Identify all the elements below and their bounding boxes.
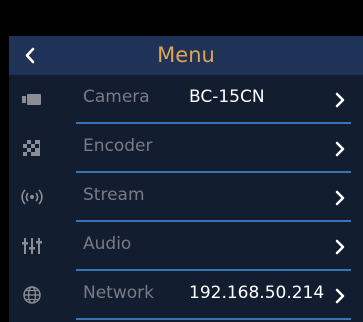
menu-item-encoder[interactable]: Encoder <box>9 124 363 173</box>
menu-screen: Menu Camera BC-15CN Encoder Stream Audio… <box>9 36 363 322</box>
menu-item-label: Network <box>83 283 154 303</box>
camera-model-value: BC-15CN <box>189 87 265 107</box>
stream-icon <box>21 189 43 205</box>
camera-icon <box>22 94 41 105</box>
menu-item-label: Audio <box>83 234 132 254</box>
menu-item-label: Camera <box>83 87 150 107</box>
back-button[interactable] <box>24 47 36 64</box>
row-divider <box>76 318 351 320</box>
globe-icon <box>23 286 41 304</box>
chevron-right-icon <box>335 92 345 108</box>
top-bar <box>0 0 363 36</box>
header-bar: Menu <box>9 36 363 75</box>
menu-item-label: Stream <box>83 185 145 205</box>
ip-address-value: 192.168.50.214 <box>189 283 325 303</box>
chevron-right-icon <box>335 141 345 157</box>
menu-item-label: Encoder <box>83 136 153 156</box>
encoder-icon <box>23 140 40 156</box>
audio-mixer-icon <box>22 238 42 254</box>
page-title: Menu <box>157 43 215 67</box>
chevron-right-icon <box>335 239 345 255</box>
menu-item-audio[interactable]: Audio <box>9 222 363 271</box>
menu-item-stream[interactable]: Stream <box>9 173 363 222</box>
menu-item-camera[interactable]: Camera BC-15CN <box>9 75 363 124</box>
chevron-right-icon <box>335 288 345 304</box>
menu-item-network[interactable]: Network 192.168.50.214 <box>9 271 363 320</box>
chevron-right-icon <box>335 190 345 206</box>
